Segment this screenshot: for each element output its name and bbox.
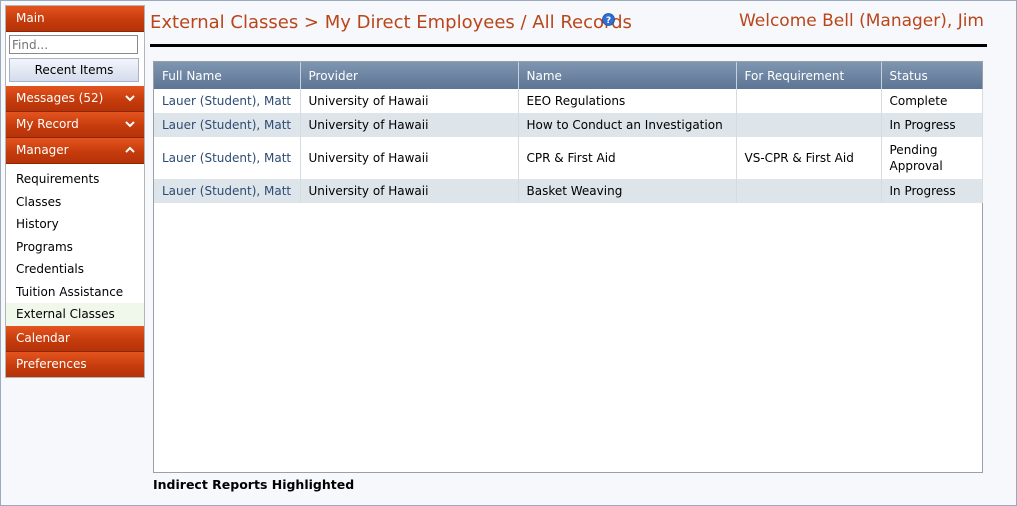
requirement-cell — [736, 113, 882, 137]
table-row[interactable]: Lauer (Student), Matt University of Hawa… — [154, 89, 983, 113]
sidebar-item-label: Messages (52) — [16, 91, 104, 105]
sidebar-item-programs[interactable]: Programs — [6, 236, 144, 259]
table-row[interactable]: Lauer (Student), Matt University of Hawa… — [154, 113, 983, 137]
class-name-cell: Basket Weaving — [518, 179, 737, 203]
svg-text:?: ? — [606, 16, 611, 26]
table-row[interactable]: Lauer (Student), Matt University of Hawa… — [154, 137, 983, 179]
requirement-cell — [736, 179, 882, 203]
indirect-reports-note: Indirect Reports Highlighted — [153, 477, 355, 492]
provider-cell: University of Hawaii — [300, 137, 519, 179]
requirement-cell: VS-CPR & First Aid — [736, 137, 882, 179]
sidebar-item-my-record[interactable]: My Record — [6, 112, 144, 138]
sidebar-item-external-classes[interactable]: External Classes — [6, 303, 144, 326]
search-box — [6, 32, 144, 56]
column-header-status[interactable]: Status — [881, 62, 982, 89]
class-name-cell: CPR & First Aid — [518, 137, 737, 179]
recent-items-button[interactable]: Recent Items — [9, 58, 139, 82]
table-row[interactable]: Lauer (Student), Matt University of Hawa… — [154, 179, 983, 203]
provider-cell: University of Hawaii — [300, 179, 519, 203]
help-icon[interactable]: ? — [602, 13, 615, 26]
sidebar-item-label: Manager — [16, 143, 69, 157]
class-name-cell: How to Conduct an Investigation — [518, 113, 737, 137]
chevron-up-icon — [125, 146, 135, 153]
welcome-message: Welcome Bell (Manager), Jim — [738, 11, 984, 31]
chevron-down-icon — [125, 121, 135, 128]
sidebar-item-calendar[interactable]: Calendar — [6, 325, 144, 352]
status-cell: In Progress — [881, 113, 983, 137]
full-name-cell[interactable]: Lauer (Student), Matt — [154, 89, 301, 113]
sidebar-item-preferences[interactable]: Preferences — [6, 351, 144, 377]
column-header-for-requirement[interactable]: For Requirement — [736, 62, 882, 89]
status-cell: Pending Approval — [881, 137, 983, 179]
sidebar: Main Recent Items Messages (52) My Recor… — [5, 5, 145, 378]
sidebar-item-label: Calendar — [16, 330, 70, 345]
app-frame: Main Recent Items Messages (52) My Recor… — [0, 0, 1017, 506]
class-name-cell: EEO Regulations — [518, 89, 737, 113]
provider-cell: University of Hawaii — [300, 113, 519, 137]
table-header-row: Full Name Provider Name For Requirement … — [154, 62, 982, 89]
chevron-down-icon — [125, 95, 135, 102]
provider-cell: University of Hawaii — [300, 89, 519, 113]
full-name-cell[interactable]: Lauer (Student), Matt — [154, 179, 301, 203]
requirement-cell — [736, 89, 882, 113]
sidebar-item-history[interactable]: History — [6, 213, 144, 236]
manager-submenu: Requirements Classes History Programs Cr… — [6, 164, 144, 326]
column-header-provider[interactable]: Provider — [300, 62, 519, 89]
search-input[interactable] — [9, 35, 138, 54]
header-divider — [150, 44, 987, 47]
status-cell: Complete — [881, 89, 983, 113]
sidebar-item-manager[interactable]: Manager — [6, 138, 144, 164]
full-name-cell[interactable]: Lauer (Student), Matt — [154, 137, 301, 179]
records-grid: Full Name Provider Name For Requirement … — [153, 61, 983, 473]
page-title: External Classes > My Direct Employees /… — [150, 12, 632, 33]
records-table: Full Name Provider Name For Requirement … — [154, 62, 983, 203]
sidebar-item-label: Preferences — [16, 356, 87, 371]
column-header-full-name[interactable]: Full Name — [154, 62, 301, 89]
sidebar-item-classes[interactable]: Classes — [6, 191, 144, 214]
full-name-cell[interactable]: Lauer (Student), Matt — [154, 113, 301, 137]
sidebar-item-requirements[interactable]: Requirements — [6, 168, 144, 191]
sidebar-item-tuition-assistance[interactable]: Tuition Assistance — [6, 281, 144, 304]
status-cell: In Progress — [881, 179, 983, 203]
sidebar-item-label: Main — [16, 11, 45, 25]
sidebar-item-credentials[interactable]: Credentials — [6, 258, 144, 281]
sidebar-item-main[interactable]: Main — [6, 6, 144, 32]
sidebar-item-label: My Record — [16, 117, 79, 131]
column-header-name[interactable]: Name — [518, 62, 737, 89]
sidebar-item-messages[interactable]: Messages (52) — [6, 86, 144, 112]
